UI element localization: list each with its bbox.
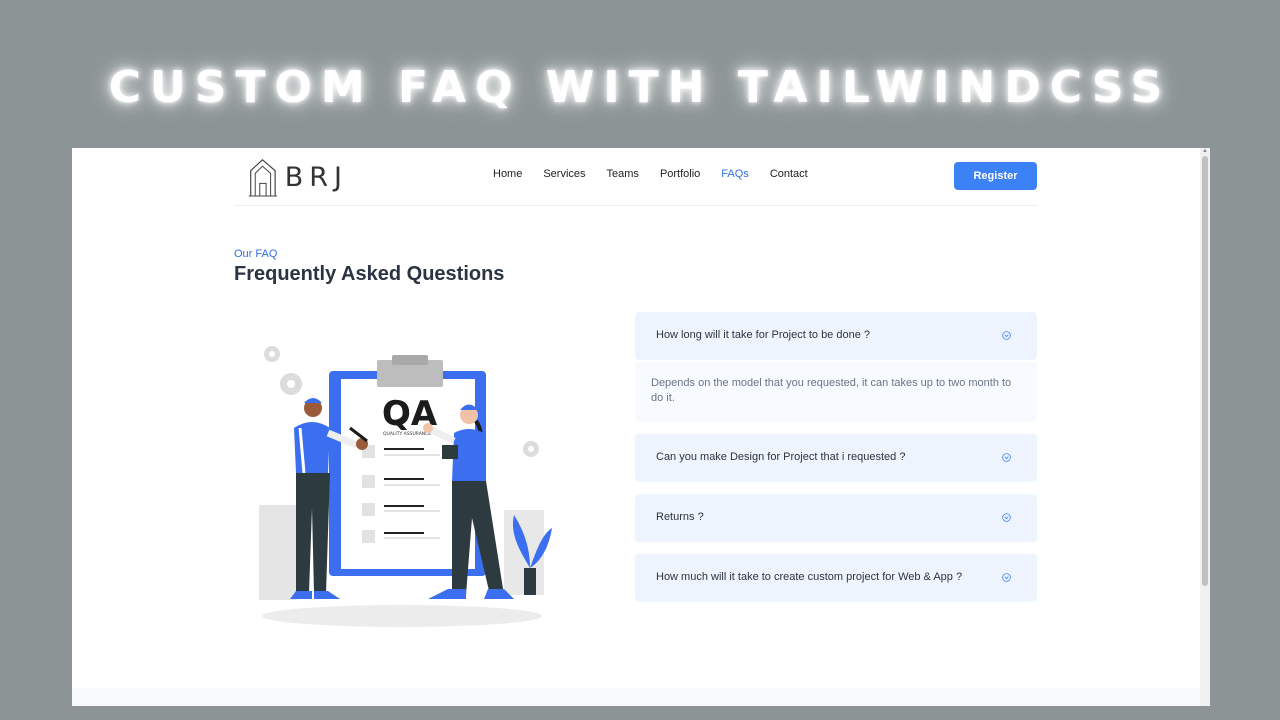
faq-question-text: Returns ? [656,511,704,523]
register-button[interactable]: Register [954,162,1037,190]
nav-faqs[interactable]: FAQs [721,168,749,180]
page-footer-strip [72,688,1200,706]
faq-answer-1: Depends on the model that you requested,… [635,362,1037,422]
house-logo-icon [248,159,277,197]
faq-accordion: How long will it take for Project to be … [635,312,1037,602]
nav-contact[interactable]: Contact [770,168,808,180]
qa-illustration: QA QUALITY ASSURANCE [259,346,552,627]
nav-portfolio[interactable]: Portfolio [660,168,700,180]
chevron-down-icon[interactable] [1002,513,1011,522]
logo[interactable]: BRJ [248,154,348,200]
faq-question-4[interactable]: How much will it take to create custom p… [635,554,1037,602]
page-title: Frequently Asked Questions [234,263,505,285]
chevron-down-icon[interactable] [1002,453,1011,462]
faq-question-3[interactable]: Returns ? [635,494,1037,542]
chevron-down-icon[interactable] [1002,331,1011,340]
scrollbar-thumb[interactable] [1202,156,1208,586]
nav-home[interactable]: Home [493,168,522,180]
faq-question-text: Can you make Design for Project that i r… [656,451,906,463]
site-header: BRJ Home Services Teams Portfolio FAQs C… [234,148,1038,206]
logo-text: BRJ [284,161,348,193]
faq-question-text: How long will it take for Project to be … [656,329,871,341]
chevron-down-icon[interactable] [1002,573,1011,582]
nav-services[interactable]: Services [543,168,585,180]
nav-teams[interactable]: Teams [607,168,639,180]
faq-question-1[interactable]: How long will it take for Project to be … [635,312,1037,360]
main-nav: Home Services Teams Portfolio FAQs Conta… [493,168,829,180]
banner-title: CUSTOM FAQ WITH TAILWINDCSS [108,62,1172,113]
clipboard-subtext: QUALITY ASSURANCE [383,431,431,437]
browser-viewport: BRJ Home Services Teams Portfolio FAQs C… [72,148,1210,706]
scrollbar[interactable]: ▲ [1200,148,1210,706]
section-eyebrow: Our FAQ [234,248,278,260]
faq-question-2[interactable]: Can you make Design for Project that i r… [635,434,1037,482]
faq-question-text: How much will it take to create custom p… [656,571,963,583]
scroll-up-icon[interactable]: ▲ [1201,148,1209,154]
